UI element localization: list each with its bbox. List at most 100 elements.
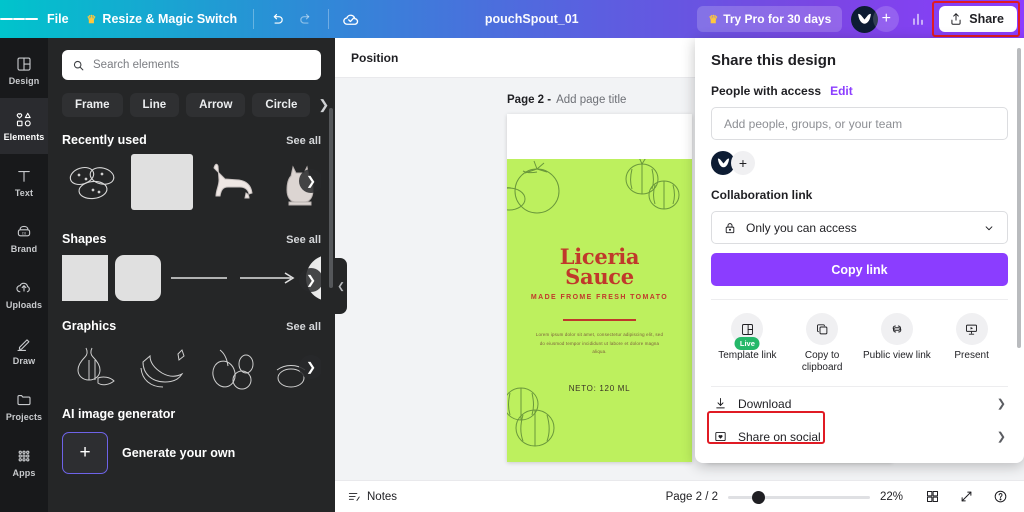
chevron-right-icon[interactable]: ❯ xyxy=(317,97,329,113)
see-all-recently-used[interactable]: See all xyxy=(286,135,321,147)
sidebar-item-uploads[interactable]: Uploads xyxy=(0,266,48,322)
shape-line[interactable] xyxy=(168,255,230,301)
add-people-field[interactable] xyxy=(724,116,995,131)
sidebar-item-projects[interactable]: Projects xyxy=(0,378,48,434)
search-input[interactable] xyxy=(62,50,321,80)
graphics-row: ❯ xyxy=(62,340,321,392)
share-button[interactable]: Share xyxy=(939,6,1017,32)
chevron-right-icon: ❯ xyxy=(996,431,1006,443)
panel-scrollbar[interactable] xyxy=(329,108,333,288)
sidebar-item-elements[interactable]: Elements xyxy=(0,98,48,154)
document-title[interactable]: pouchSpout_01 xyxy=(485,12,579,26)
thumb-bananas[interactable] xyxy=(131,340,193,392)
shape-arrow[interactable] xyxy=(237,255,299,301)
try-pro-button[interactable]: ♛ Try Pro for 30 days xyxy=(697,6,843,32)
expand-icon[interactable] xyxy=(954,485,978,509)
notes-label: Notes xyxy=(367,490,398,503)
chevron-left-icon: ❮ xyxy=(337,280,345,291)
ai-image-generator-title: AI image generator xyxy=(62,407,176,421)
template-link-action[interactable]: Live Template link xyxy=(711,313,784,374)
chip-line[interactable]: Line xyxy=(129,93,180,117)
people-with-access-row: People with access Edit xyxy=(711,84,1008,98)
collaboration-link-label: Collaboration link xyxy=(711,188,813,202)
page-count-label[interactable]: Page 2 / 2 xyxy=(666,491,718,503)
label-subtitle: MADE FROME FRESH TOMATO xyxy=(530,294,669,301)
help-icon[interactable] xyxy=(988,485,1012,509)
grid-icon[interactable] xyxy=(920,485,944,509)
recently-used-next-button[interactable]: ❯ xyxy=(299,169,321,193)
add-person-button[interactable]: + xyxy=(731,151,755,175)
hamburger-icon[interactable] xyxy=(0,0,39,38)
section-title: Recently used xyxy=(62,133,147,147)
copy-link-button[interactable]: Copy link xyxy=(711,253,1008,286)
copy-to-clipboard-action[interactable]: Copy to clipboard xyxy=(786,313,859,374)
notes-button[interactable]: Notes xyxy=(347,490,397,504)
template-icon: Live xyxy=(731,313,764,350)
thumb-garlic[interactable] xyxy=(62,340,124,392)
generate-your-own-label: Generate your own xyxy=(122,446,236,460)
filter-chips: Frame Line Arrow Circle ❯ xyxy=(62,93,329,117)
add-people-input[interactable] xyxy=(711,107,1008,140)
redo-icon[interactable] xyxy=(291,5,321,33)
share-panel: Share this design People with access Edi… xyxy=(695,38,1024,463)
panel-collapse-handle[interactable]: ❮ xyxy=(335,258,347,314)
section-shapes: Shapes See all xyxy=(62,232,321,246)
position-button[interactable]: Position xyxy=(351,51,398,65)
file-menu-label: File xyxy=(47,12,69,26)
share-on-social-label: Share on social xyxy=(738,429,821,444)
draw-icon xyxy=(17,338,30,351)
present-action[interactable]: Present xyxy=(935,313,1008,374)
zoom-level-label[interactable]: 22% xyxy=(880,491,910,503)
undo-icon[interactable] xyxy=(261,5,291,33)
sidebar-item-draw[interactable]: Draw xyxy=(0,322,48,378)
plus-icon[interactable]: + xyxy=(62,432,108,474)
sidebar-item-design[interactable]: Design xyxy=(0,42,48,98)
design-page-2[interactable]: Liceria Sauce MADE FROME FRESH TOMATO Lo… xyxy=(507,114,692,462)
share-on-social-row[interactable]: Share on social ❯ xyxy=(711,420,1008,453)
add-collaborator-button[interactable]: + xyxy=(873,6,900,32)
file-menu-button[interactable]: File xyxy=(38,7,78,31)
cloud-check-icon[interactable] xyxy=(336,5,366,33)
download-row[interactable]: Download ❯ xyxy=(711,387,1008,420)
chip-arrow[interactable]: Arrow xyxy=(186,93,246,117)
onion-illustration-top xyxy=(625,159,680,210)
sidebar-item-label: Elements xyxy=(3,131,45,142)
share-panel-scrollbar[interactable] xyxy=(1017,48,1021,348)
label-divider xyxy=(563,319,636,321)
sidebar-item-apps[interactable]: Apps xyxy=(0,434,48,490)
thumb-potatoes[interactable] xyxy=(62,154,124,210)
see-all-shapes[interactable]: See all xyxy=(286,234,321,246)
zoom-slider-knob[interactable] xyxy=(752,490,765,504)
public-view-link-action[interactable]: Public view link xyxy=(861,313,934,374)
svg-text:co: co xyxy=(22,230,27,235)
bar-chart-icon[interactable] xyxy=(903,5,933,33)
share-actions-row: Live Template link Copy to clipboard Pub… xyxy=(711,299,1008,374)
uploads-icon xyxy=(16,282,30,292)
see-all-graphics[interactable]: See all xyxy=(286,321,321,333)
chip-frame[interactable]: Frame xyxy=(62,93,123,117)
shape-rounded-square[interactable] xyxy=(115,255,161,301)
search-field[interactable] xyxy=(93,59,311,71)
access-level-dropdown[interactable]: Only you can access xyxy=(711,211,1008,244)
graphics-next-button[interactable]: ❯ xyxy=(299,355,321,379)
thumb-cat-stretching[interactable] xyxy=(200,154,262,210)
thumb-vegetables[interactable] xyxy=(200,340,262,392)
page-title-input[interactable]: Add page title xyxy=(556,94,626,106)
shape-square[interactable] xyxy=(62,255,108,301)
sidebar-item-brand[interactable]: co Brand xyxy=(0,210,48,266)
chip-circle[interactable]: Circle xyxy=(252,93,311,117)
shapes-next-button[interactable]: ❯ xyxy=(299,268,321,292)
canva-editor-window: File ♛ Resize & Magic Switch pouchSpout_… xyxy=(0,0,1024,512)
access-avatars: + xyxy=(711,151,1008,175)
zoom-slider[interactable] xyxy=(728,490,870,504)
top-toolbar: File ♛ Resize & Magic Switch pouchSpout_… xyxy=(0,0,1024,38)
generate-your-own-card[interactable]: + Generate your own xyxy=(62,432,321,474)
resize-magic-switch-button[interactable]: ♛ Resize & Magic Switch xyxy=(78,7,247,31)
edit-access-link[interactable]: Edit xyxy=(830,84,853,98)
access-level-value: Only you can access xyxy=(746,220,857,235)
copy-icon xyxy=(806,313,839,345)
thumb-square[interactable] xyxy=(131,154,193,210)
copy-link-label: Copy link xyxy=(831,262,888,277)
sidebar-item-label: Projects xyxy=(5,411,43,422)
sidebar-item-text[interactable]: Text xyxy=(0,154,48,210)
